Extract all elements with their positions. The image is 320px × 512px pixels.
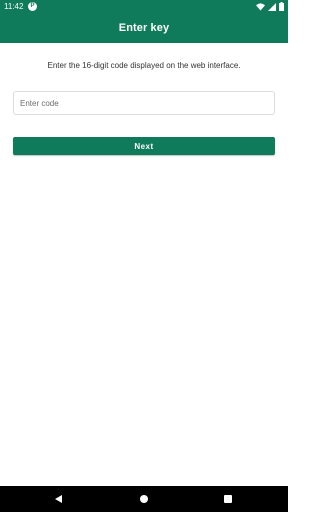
enter-key-screen: 11:42 P Enter key Enter the 16-digit cod…	[0, 0, 288, 512]
wifi-icon	[256, 2, 265, 11]
status-icons	[256, 2, 284, 11]
battery-icon	[279, 2, 284, 11]
app-bar: Enter key	[0, 13, 288, 43]
page-title: Enter key	[118, 22, 170, 34]
home-icon[interactable]	[137, 492, 151, 506]
signal-icon	[268, 2, 276, 11]
recents-icon[interactable]	[221, 492, 235, 506]
status-bar: 11:42 P	[0, 0, 288, 13]
instruction-text: Enter the 16-digit code displayed on the…	[47, 61, 241, 70]
status-time: 11:42	[4, 2, 24, 11]
notification-app-icon: P	[28, 2, 37, 11]
back-icon[interactable]	[51, 492, 65, 506]
next-button[interactable]: Next	[13, 137, 275, 155]
code-input[interactable]	[13, 91, 275, 115]
navigation-bar	[0, 486, 288, 512]
